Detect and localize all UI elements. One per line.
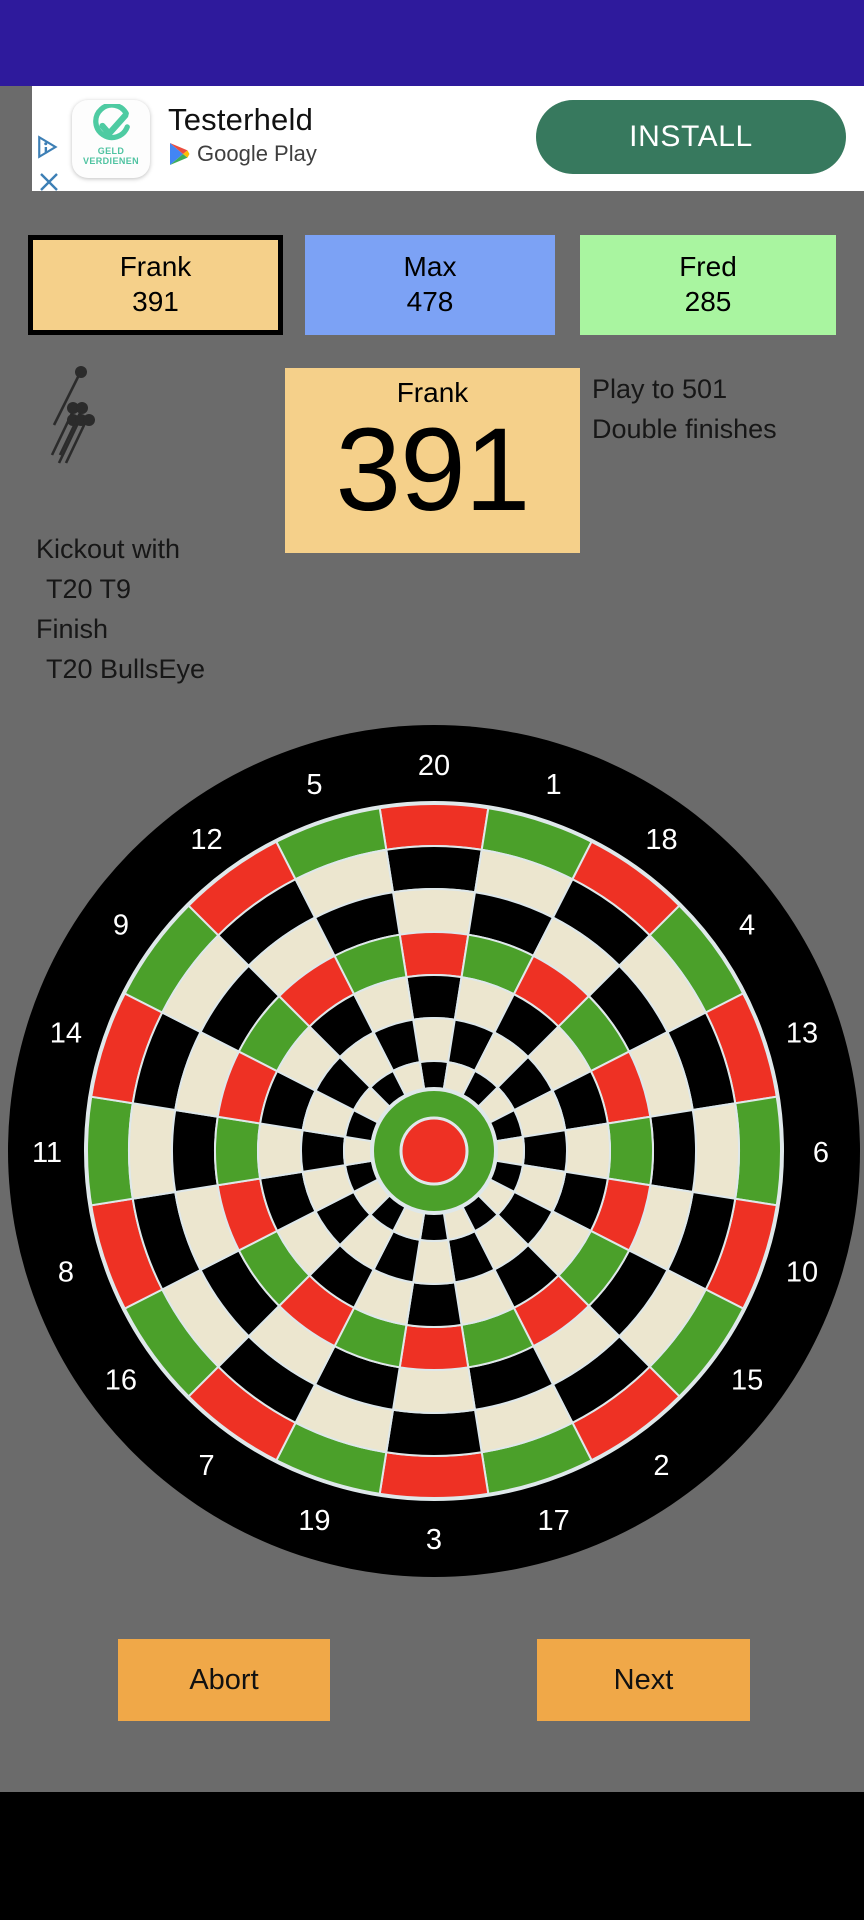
kickout-line-2: T20 T9	[46, 574, 132, 604]
board-number-11: 11	[32, 1137, 62, 1169]
board-number-1: 1	[546, 769, 562, 801]
board-number-18: 18	[645, 824, 677, 856]
board-number-4: 4	[739, 910, 755, 942]
board-number-7: 7	[198, 1450, 214, 1482]
board-number-9: 9	[113, 910, 129, 942]
ad-icon-sub-line2: VERDIENEN	[82, 156, 140, 166]
ad-banner[interactable]: GELD VERDIENEN Testerheld Google Play IN…	[32, 86, 864, 191]
board-number-6: 6	[813, 1137, 829, 1169]
player-card-0[interactable]: Frank 391	[28, 235, 283, 335]
app-screen: GELD VERDIENEN Testerheld Google Play IN…	[0, 0, 864, 1920]
board-number-2: 2	[653, 1450, 669, 1482]
current-player-panel: Frank 391	[285, 368, 580, 553]
board-number-14: 14	[50, 1017, 82, 1049]
player-score-0: 391	[132, 286, 179, 317]
player-name-0: Frank	[119, 251, 192, 282]
status-bar	[0, 0, 864, 86]
ad-app-icon: GELD VERDIENEN	[72, 100, 150, 178]
rules-line-2: Double finishes	[592, 414, 777, 444]
board-number-16: 16	[105, 1364, 137, 1396]
board-number-20: 20	[418, 750, 450, 782]
board-number-5: 5	[306, 769, 322, 801]
adchoices-icon[interactable]	[36, 134, 62, 160]
board-number-8: 8	[58, 1257, 74, 1289]
ad-left-icons	[32, 134, 66, 194]
ad-text-block: Testerheld Google Play	[168, 102, 317, 167]
check-circle-icon	[88, 102, 134, 146]
board-number-17: 17	[537, 1505, 569, 1537]
player-card-1[interactable]: Max 478	[305, 235, 555, 335]
board-number-19: 19	[298, 1505, 330, 1537]
board-number-12: 12	[190, 824, 222, 856]
game-content: Frank 391 Max 478 Fred 285 Kickout with …	[0, 191, 864, 1792]
kickout-hint: Kickout with T20 T9 Finish T20 BullsEye	[36, 529, 296, 689]
rules-line-1: Play to 501	[592, 374, 728, 404]
next-button[interactable]: Next	[537, 1639, 750, 1721]
player-name-1: Max	[403, 251, 457, 282]
game-rules: Play to 501 Double finishes	[592, 369, 852, 449]
abort-button[interactable]: Abort	[118, 1639, 330, 1721]
ad-store-row: Google Play	[168, 141, 317, 167]
kickout-line-4: T20 BullsEye	[46, 654, 206, 684]
player-score-row: Frank 391 Max 478 Fred 285	[0, 235, 864, 335]
close-icon[interactable]	[37, 170, 61, 194]
ad-icon-sub-line1: GELD	[97, 146, 125, 156]
board-number-13: 13	[786, 1017, 818, 1049]
board-number-3: 3	[426, 1524, 442, 1556]
ad-store-name: Google Play	[197, 141, 317, 166]
ad-app-name: Testerheld	[168, 102, 314, 137]
google-play-icon	[168, 142, 190, 166]
dartboard[interactable]: 20 1 18 4 13 6 10 15 2 17 3 19 7 16 8 11 14 9 12 5	[8, 725, 860, 1577]
kickout-line-3: Finish	[36, 614, 109, 644]
three-darts-icon	[44, 363, 116, 473]
board-number-10: 10	[786, 1257, 818, 1289]
player-score-2: 285	[684, 286, 732, 317]
player-name-2: Fred	[679, 251, 737, 282]
player-card-2[interactable]: Fred 285	[580, 235, 836, 335]
player-score-1: 478	[406, 286, 454, 317]
kickout-line-1: Kickout with	[36, 534, 181, 564]
ad-install-button[interactable]: INSTALL	[536, 100, 846, 174]
current-player-score: 391	[335, 404, 531, 536]
board-number-15: 15	[731, 1364, 763, 1396]
ad-strip: GELD VERDIENEN Testerheld Google Play IN…	[0, 86, 864, 191]
system-navigation-bar	[0, 1792, 864, 1920]
